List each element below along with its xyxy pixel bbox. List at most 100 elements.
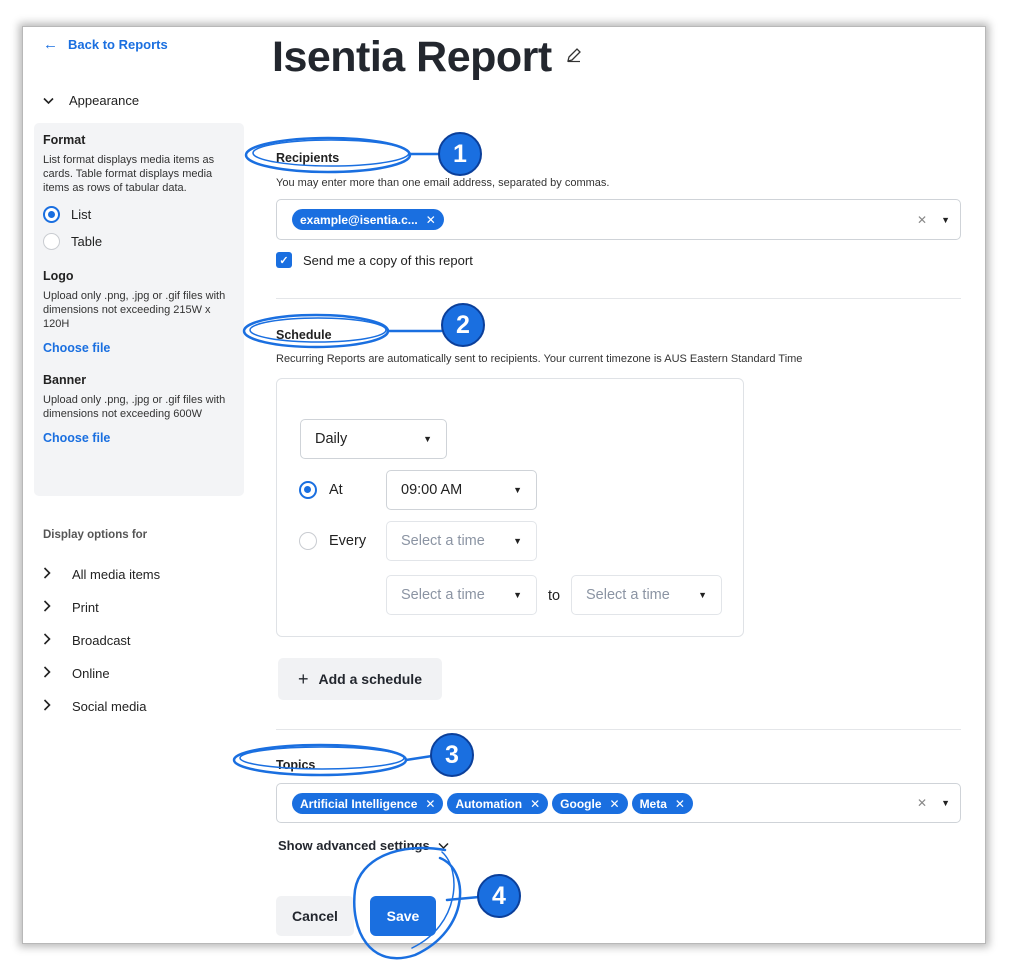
media-item-all[interactable]: All media items [43, 558, 160, 591]
topic-chip: Artificial Intelligence ✕ [292, 793, 444, 814]
annotation-badge-3: 3 [430, 733, 474, 777]
recipient-chip-label: example@isentia.c... [300, 212, 418, 227]
schedule-description: Recurring Reports are automatically sent… [276, 353, 803, 365]
topic-chip: Meta ✕ [631, 793, 693, 814]
chevron-right-icon [43, 633, 55, 648]
logo-choose-file-link[interactable]: Choose file [43, 341, 235, 355]
schedule-card: Daily ▼ At 09:00 AM ▼ Every Select a tim… [276, 378, 744, 637]
logo-description: Upload only .png, .jpg or .gif files wit… [43, 290, 226, 330]
table-radio[interactable] [43, 233, 60, 250]
recipients-input[interactable]: example@isentia.c... ✕ ✕ ▼ [276, 199, 961, 240]
recipients-controls: ✕ ▼ [917, 213, 950, 227]
back-to-reports-link[interactable]: ← Back to Reports [43, 36, 168, 53]
format-option-table[interactable]: Table [43, 233, 235, 250]
topic-chip-label: Artificial Intelligence [300, 796, 418, 811]
page-title: Isentia Report [272, 33, 582, 82]
plus-icon: + [298, 668, 309, 689]
frequency-value: Daily [315, 431, 348, 447]
advanced-settings-toggle[interactable]: Show advanced settings [278, 838, 449, 853]
topic-chip-label: Google [560, 796, 602, 811]
caret-down-icon: ▼ [698, 590, 707, 600]
chevron-right-icon [43, 567, 55, 582]
clear-icon[interactable]: ✕ [917, 796, 927, 810]
at-radio[interactable] [299, 481, 317, 499]
back-link-label: Back to Reports [68, 37, 168, 52]
at-label: At [329, 482, 343, 498]
cancel-button[interactable]: Cancel [276, 896, 354, 936]
to-label: to [548, 588, 561, 604]
media-item-label: Print [72, 600, 99, 615]
media-item-broadcast[interactable]: Broadcast [43, 624, 160, 657]
media-item-print[interactable]: Print [43, 591, 160, 624]
table-label: Table [71, 234, 103, 249]
caret-down-icon: ▼ [513, 536, 522, 546]
topic-chip: Google ✕ [552, 793, 628, 814]
media-item-label: Online [72, 666, 110, 681]
appearance-toggle[interactable]: Appearance [43, 93, 139, 108]
caret-down-icon[interactable]: ▼ [941, 798, 950, 808]
close-icon[interactable]: ✕ [675, 797, 685, 811]
caret-down-icon: ▼ [423, 434, 432, 444]
format-option-list[interactable]: List [43, 206, 235, 223]
caret-down-icon: ▼ [513, 590, 522, 600]
every-label: Every [329, 533, 367, 549]
report-title: Isentia Report [272, 33, 552, 81]
at-time-dropdown[interactable]: 09:00 AM ▼ [386, 470, 537, 510]
at-option[interactable]: At [299, 481, 343, 499]
from-time-dropdown[interactable]: Select a time ▼ [386, 575, 537, 615]
add-schedule-button[interactable]: + Add a schedule [278, 658, 442, 700]
to-time-dropdown[interactable]: Select a time ▼ [571, 575, 722, 615]
topics-controls: ✕ ▼ [917, 796, 950, 810]
send-copy-label: Send me a copy of this report [303, 252, 473, 268]
topic-chip-label: Automation [455, 796, 523, 811]
chevron-right-icon [43, 666, 55, 681]
appearance-label: Appearance [69, 93, 140, 108]
caret-down-icon[interactable]: ▼ [941, 215, 950, 225]
topics-input[interactable]: Artificial Intelligence ✕ Automation ✕ G… [276, 783, 961, 823]
at-time-value: 09:00 AM [401, 482, 463, 498]
clear-icon[interactable]: ✕ [917, 213, 927, 227]
banner-choose-file-link[interactable]: Choose file [43, 431, 235, 445]
section-divider [276, 298, 961, 299]
add-schedule-label: Add a schedule [318, 671, 422, 687]
close-icon[interactable]: ✕ [610, 797, 620, 811]
topic-chip: Automation ✕ [447, 793, 549, 814]
media-item-social[interactable]: Social media [43, 690, 160, 723]
advanced-settings-label: Show advanced settings [278, 838, 430, 853]
schedule-label: Schedule [276, 328, 332, 342]
chevron-right-icon [43, 600, 55, 615]
close-icon[interactable]: ✕ [425, 797, 435, 811]
close-icon[interactable]: ✕ [426, 213, 436, 227]
left-arrow-icon: ← [43, 36, 58, 53]
format-description: List format displays media items as card… [43, 154, 215, 194]
save-button[interactable]: Save [370, 896, 436, 936]
list-label: List [71, 207, 92, 222]
checkbox-checked[interactable]: ✓ [276, 252, 292, 268]
to-placeholder: Select a time [586, 587, 670, 603]
media-item-online[interactable]: Online [43, 657, 160, 690]
every-placeholder: Select a time [401, 533, 485, 549]
chevron-down-icon [438, 838, 449, 853]
chevron-down-icon [43, 94, 55, 108]
display-options-label: Display options for [43, 529, 148, 541]
appearance-panel: Format List format displays media items … [34, 123, 244, 496]
send-copy-checkbox-row[interactable]: ✓ Send me a copy of this report [276, 252, 473, 268]
annotation-badge-1: 1 [438, 132, 482, 176]
recipient-chip: example@isentia.c... ✕ [292, 209, 444, 230]
every-option[interactable]: Every [299, 532, 366, 550]
pencil-icon[interactable] [566, 47, 582, 68]
caret-down-icon: ▼ [513, 485, 522, 495]
media-item-label: All media items [72, 567, 161, 582]
topic-chip-label: Meta [639, 796, 667, 811]
chevron-right-icon [43, 699, 55, 714]
annotation-badge-2: 2 [441, 303, 485, 347]
banner-heading: Banner [43, 373, 87, 387]
every-interval-dropdown[interactable]: Select a time ▼ [386, 521, 537, 561]
media-options-list: All media items Print Broadcast Online S… [43, 558, 160, 723]
frequency-dropdown[interactable]: Daily ▼ [300, 419, 447, 459]
recipients-description: You may enter more than one email addres… [276, 177, 610, 189]
every-radio[interactable] [299, 532, 317, 550]
close-icon[interactable]: ✕ [530, 797, 540, 811]
from-placeholder: Select a time [401, 587, 485, 603]
list-radio[interactable] [43, 206, 60, 223]
